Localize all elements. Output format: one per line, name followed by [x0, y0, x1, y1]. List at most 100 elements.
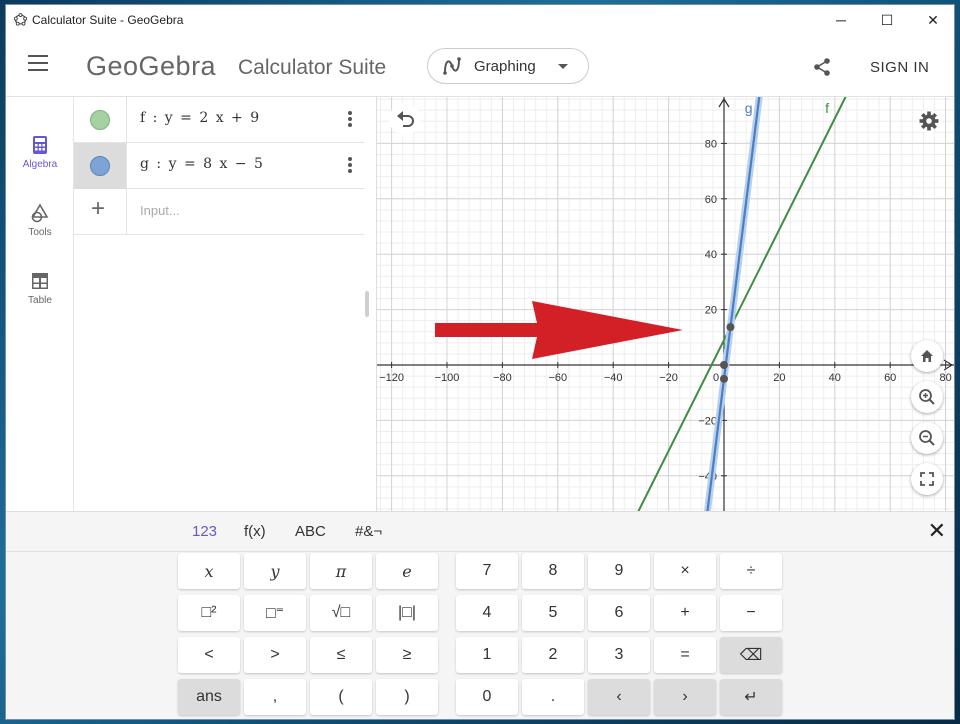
key-l-1-2[interactable]: √□	[310, 595, 372, 631]
maximize-icon: ☐	[880, 11, 894, 28]
nav-item-tools[interactable]: Tools	[6, 203, 74, 238]
key-r-0-1[interactable]: 8	[522, 553, 584, 589]
key-r-2-3[interactable]: =	[654, 637, 716, 673]
tab-abc[interactable]: ABC	[295, 523, 326, 540]
visibility-toggle[interactable]	[74, 143, 127, 189]
color-dot-g[interactable]	[90, 156, 110, 176]
key-r-2-1[interactable]: 2	[522, 637, 584, 673]
key-r-1-3[interactable]: +	[654, 595, 716, 631]
app-switch-dropdown[interactable]: Graphing	[427, 48, 589, 84]
close-keyboard-icon[interactable]: ✕	[928, 518, 946, 544]
point	[720, 361, 728, 369]
graphics-settings-button[interactable]	[917, 109, 941, 133]
nav-item-table[interactable]: Table	[6, 271, 74, 306]
key-r-2-0[interactable]: 1	[456, 637, 518, 673]
key-r-1-0[interactable]: 4	[456, 595, 518, 631]
side-nav: Algebra Tools Table	[6, 97, 74, 511]
suite-title: Calculator Suite	[238, 56, 387, 79]
gear-icon	[919, 111, 939, 131]
key-r-3-0[interactable]: 0	[456, 679, 518, 715]
x-tick-label: −20	[659, 372, 678, 384]
close-icon: ✕	[927, 11, 939, 28]
sign-in-button[interactable]: SIGN IN	[870, 59, 929, 76]
key-l-2-1[interactable]: >	[244, 637, 306, 673]
close-window-button[interactable]: ✕	[910, 5, 954, 35]
geogebra-logo: GeoGebra	[86, 51, 217, 81]
app-header: GeoGebra Calculator Suite Graphing SIGN …	[6, 35, 954, 97]
key-l-2-0[interactable]: <	[178, 637, 240, 673]
key-l-1-0[interactable]: □²	[178, 595, 240, 631]
key-r-0-4[interactable]: ÷	[720, 553, 782, 589]
key-r-0-3[interactable]: ×	[654, 553, 716, 589]
zoom-in-button[interactable]	[911, 381, 943, 413]
more-vert-icon[interactable]	[348, 157, 352, 175]
key-r-3-4[interactable]: ↵	[720, 679, 782, 715]
key-l-0-2[interactable]: π	[310, 553, 372, 589]
undo-button[interactable]	[389, 103, 421, 135]
expression-f[interactable]: f : y = 2 x + 9	[140, 110, 259, 126]
key-r-2-4[interactable]: ⌫	[720, 637, 782, 673]
fullscreen-button[interactable]	[911, 463, 943, 495]
key-l-2-2[interactable]: ≤	[310, 637, 372, 673]
key-r-3-3[interactable]: ›	[654, 679, 716, 715]
key-l-3-1[interactable]: ,	[244, 679, 306, 715]
nav-label-tools: Tools	[28, 227, 52, 238]
point	[720, 374, 728, 383]
label-f: f	[825, 100, 829, 116]
minimize-icon: ─	[836, 12, 846, 28]
key-l-2-3[interactable]: ≥	[376, 637, 438, 673]
key-r-0-2[interactable]: 9	[588, 553, 650, 589]
standard-view-button[interactable]	[911, 340, 943, 372]
table-icon	[32, 273, 48, 289]
key-r-0-0[interactable]: 7	[456, 553, 518, 589]
graphics-view[interactable]: −120 −100 −80 −60 −40 −20 0 20 40 60 80 80 60 40 20 −20…	[377, 97, 955, 511]
key-r-3-2[interactable]: ‹	[588, 679, 650, 715]
visibility-toggle[interactable]	[74, 97, 127, 143]
x-tick-label: 0	[713, 372, 719, 384]
algebra-row-g[interactable]: g : y = 8 x − 5	[74, 143, 364, 189]
key-l-3-0[interactable]: ans	[178, 679, 240, 715]
algebra-row-f[interactable]: f : y = 2 x + 9	[74, 97, 364, 143]
tab-symbols[interactable]: #&¬	[355, 523, 382, 540]
key-r-3-1[interactable]: .	[522, 679, 584, 715]
key-l-0-1[interactable]: y	[244, 553, 306, 589]
tab-123[interactable]: 123	[192, 523, 217, 540]
key-l-0-0[interactable]: x	[178, 553, 240, 589]
app-switch-label: Graphing	[474, 57, 536, 75]
nav-item-algebra[interactable]: Algebra	[6, 135, 74, 170]
menu-button[interactable]	[28, 55, 48, 71]
more-vert-icon[interactable]	[348, 111, 352, 129]
algebra-input-row[interactable]: + Input...	[74, 189, 364, 235]
algebra-input[interactable]: Input...	[140, 203, 180, 218]
key-r-1-1[interactable]: 5	[522, 595, 584, 631]
panel-resize-handle[interactable]	[365, 291, 369, 317]
color-dot-f[interactable]	[90, 110, 110, 130]
undo-icon	[397, 111, 414, 127]
key-r-1-4[interactable]: −	[720, 595, 782, 631]
zoom-out-button[interactable]	[911, 422, 943, 454]
key-l-3-2[interactable]: (	[310, 679, 372, 715]
geogebra-app-icon	[14, 13, 27, 26]
key-l-0-3[interactable]: e	[376, 553, 438, 589]
key-l-1-3[interactable]: |□|	[376, 595, 438, 631]
expression-g[interactable]: g : y = 8 x − 5	[140, 156, 263, 172]
x-tick-label: 40	[829, 372, 841, 384]
tab-fx[interactable]: f(x)	[244, 523, 266, 540]
key-l-3-3[interactable]: )	[376, 679, 438, 715]
point	[726, 323, 735, 332]
x-tick-label: −120	[379, 372, 404, 384]
y-tick-label: −20	[698, 415, 717, 427]
minimize-button[interactable]: ─	[818, 5, 864, 35]
fullscreen-icon	[920, 472, 934, 486]
share-icon[interactable]	[812, 57, 832, 77]
y-tick-label: 80	[705, 138, 717, 150]
key-r-2-2[interactable]: 3	[588, 637, 650, 673]
y-tick-label: 40	[705, 249, 717, 261]
maximize-button[interactable]: ☐	[864, 5, 910, 35]
home-icon	[921, 350, 933, 362]
key-r-1-2[interactable]: 6	[588, 595, 650, 631]
graph-canvas[interactable]: −120 −100 −80 −60 −40 −20 0 20 40 60 80 80 60 40 20 −20…	[377, 97, 955, 511]
nav-label-algebra: Algebra	[22, 159, 58, 170]
key-l-1-1[interactable]: □⁼	[244, 595, 306, 631]
nav-label-table: Table	[28, 295, 52, 306]
